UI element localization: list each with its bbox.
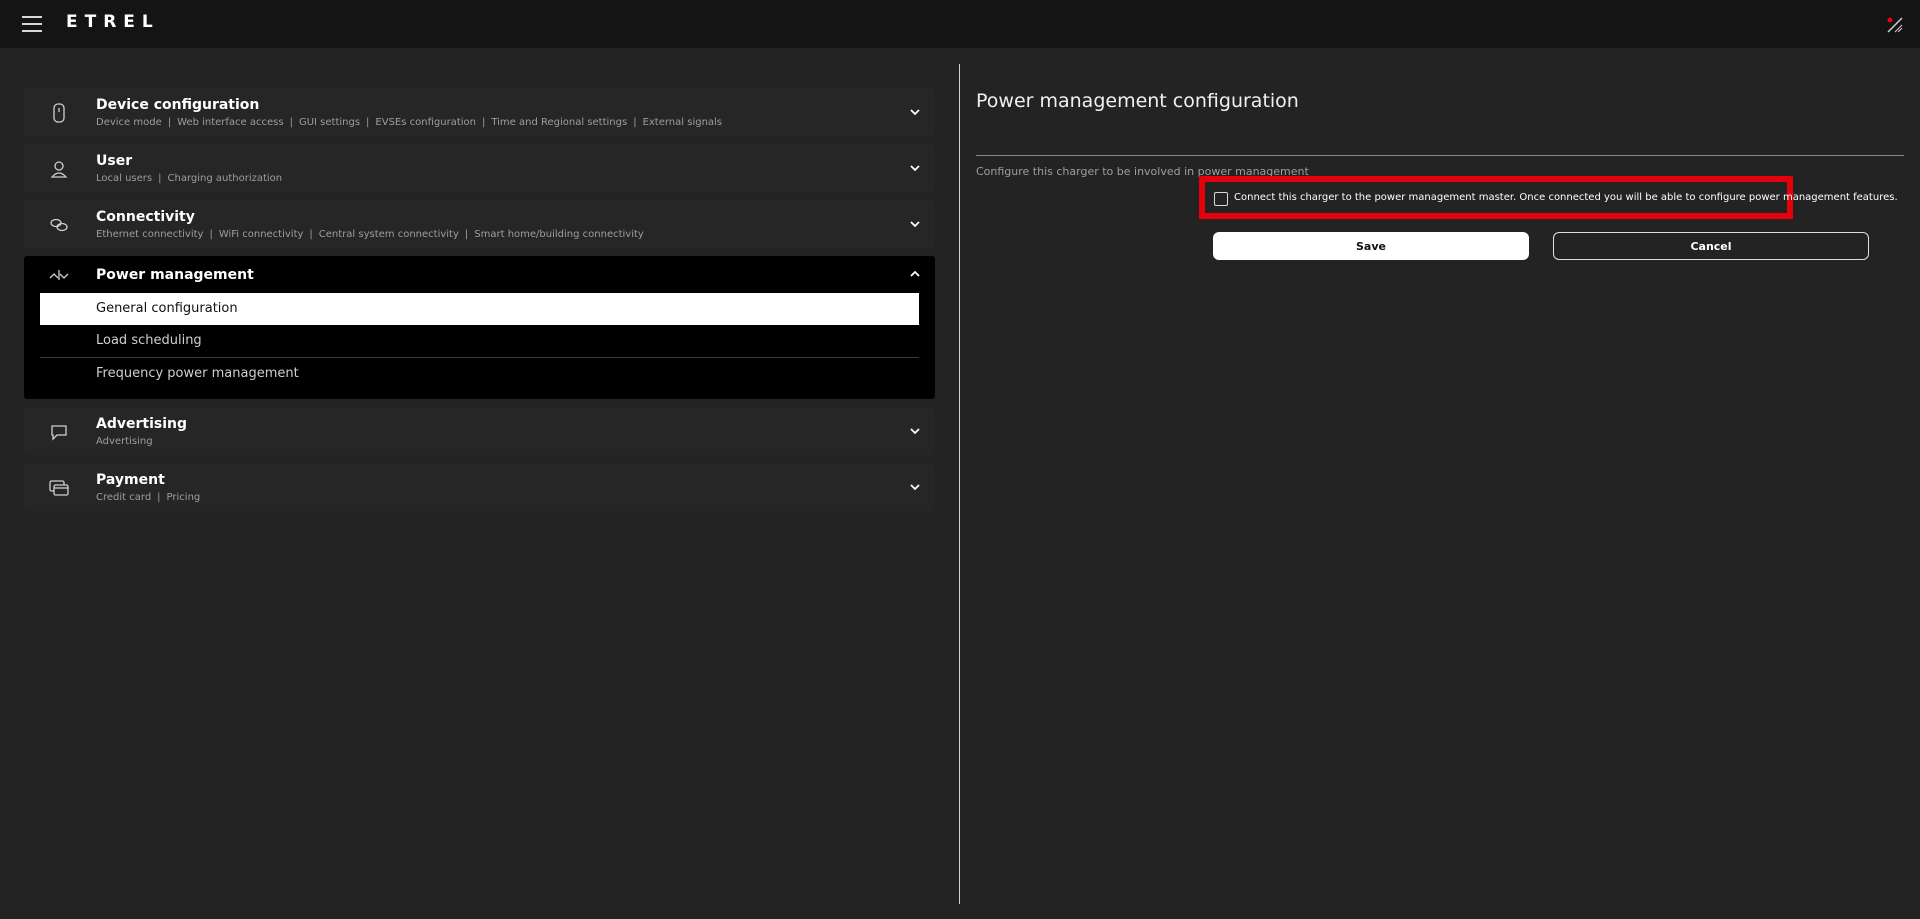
section-subitems: Advertising <box>96 436 153 447</box>
subitem-advertising[interactable]: Advertising <box>96 436 153 447</box>
settings-menu: Device configuration Device mode | Web int… <box>24 88 935 519</box>
card-icon <box>49 480 69 496</box>
section-title: Payment <box>96 472 165 488</box>
section-device-configuration[interactable]: Device configuration Device mode | Web int… <box>24 88 935 136</box>
section-payment[interactable]: Payment Credit card | Pricing <box>24 463 935 511</box>
title-divider <box>976 155 1904 156</box>
section-title: User <box>96 153 133 169</box>
subitem-web-interface-access[interactable]: Web interface access <box>177 117 283 128</box>
connect-master-label[interactable]: Connect this charger to the power manage… <box>1234 192 1898 203</box>
section-title: Power management <box>96 267 254 283</box>
section-subitems: Local users | Charging authorization <box>96 173 283 184</box>
top-bar: ETREL <box>0 0 1920 48</box>
connect-master-checkbox[interactable] <box>1214 192 1228 206</box>
panel-divider <box>959 64 960 904</box>
subitem-external-signals[interactable]: External signals <box>643 117 722 128</box>
chat-bubble-icon <box>51 425 67 441</box>
subitem-evses-configuration[interactable]: EVSEs configuration <box>375 117 476 128</box>
chevron-up-icon[interactable] <box>909 268 921 280</box>
link-icon <box>50 218 68 232</box>
chevron-down-icon[interactable] <box>909 481 921 493</box>
cancel-button[interactable]: Cancel <box>1553 232 1869 260</box>
user-icon <box>50 161 68 178</box>
chevron-down-icon[interactable] <box>909 106 921 118</box>
subitem-smart-home-connectivity[interactable]: Smart home/building connectivity <box>474 229 644 240</box>
section-title: Advertising <box>96 416 187 432</box>
save-button[interactable]: Save <box>1213 232 1529 260</box>
chevron-down-icon[interactable] <box>909 162 921 174</box>
connection-status-icon[interactable] <box>1886 16 1904 34</box>
page-title: Power management configuration <box>976 90 1299 112</box>
etrel-logo: ETREL <box>66 12 160 32</box>
section-title: Device configuration <box>96 97 260 113</box>
power-management-icon <box>49 270 69 280</box>
subitem-credit-card[interactable]: Credit card <box>96 492 151 503</box>
subitem-general-configuration[interactable]: General configuration <box>40 293 919 325</box>
subitem-charging-authorization[interactable]: Charging authorization <box>168 173 283 184</box>
section-advertising[interactable]: Advertising Advertising <box>24 407 935 455</box>
section-connectivity[interactable]: Connectivity Ethernet connectivity | WiFi … <box>24 200 935 248</box>
hamburger-icon[interactable] <box>22 16 42 32</box>
subitem-local-users[interactable]: Local users <box>96 173 152 184</box>
subitem-frequency-power-management[interactable]: Frequency power management <box>40 358 919 390</box>
chevron-down-icon[interactable] <box>909 218 921 230</box>
subitem-device-mode[interactable]: Device mode <box>96 117 162 128</box>
section-subitems: Credit card | Pricing <box>96 492 201 503</box>
section-subitems: Ethernet connectivity | WiFi connectivity |… <box>96 229 644 240</box>
subitem-pricing[interactable]: Pricing <box>167 492 201 503</box>
device-icon <box>53 103 65 123</box>
power-management-subitems: General configuration Load scheduling Fr… <box>40 293 919 390</box>
subitem-ethernet-connectivity[interactable]: Ethernet connectivity <box>96 229 203 240</box>
section-subitems: Device mode | Web interface access | GUI set… <box>96 117 723 128</box>
subitem-gui-settings[interactable]: GUI settings <box>299 117 360 128</box>
subitem-wifi-connectivity[interactable]: WiFi connectivity <box>219 229 304 240</box>
subitem-load-scheduling[interactable]: Load scheduling <box>40 325 919 358</box>
subitem-central-system-connectivity[interactable]: Central system connectivity <box>319 229 459 240</box>
chevron-down-icon[interactable] <box>909 425 921 437</box>
section-title: Connectivity <box>96 209 195 225</box>
subitem-time-regional-settings[interactable]: Time and Regional settings <box>491 117 627 128</box>
section-power-management[interactable]: Power management General configuration L… <box>24 256 935 399</box>
section-user[interactable]: User Local users | Charging authorization <box>24 144 935 192</box>
